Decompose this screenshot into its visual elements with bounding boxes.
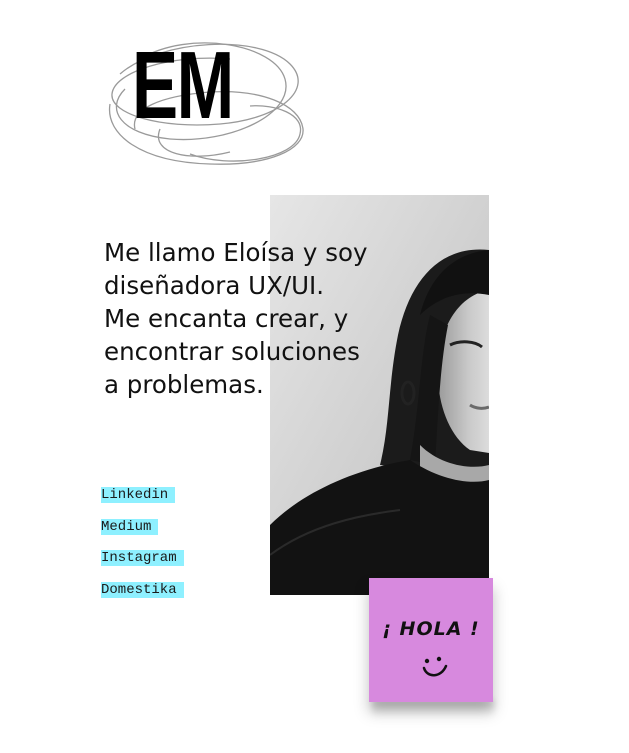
sticky-note-text: ¡ HOLA ! — [382, 618, 480, 640]
link-instagram[interactable]: Instagram — [101, 550, 184, 566]
smiley-icon — [422, 656, 448, 677]
sticky-note: ¡ HOLA ! — [369, 578, 493, 702]
link-domestika[interactable]: Domestika — [101, 581, 184, 598]
intro-text: Me llamo Eloísa y soy diseñadora UX/UI. … — [104, 236, 394, 401]
link-linkedin[interactable]: Linkedin — [101, 487, 176, 503]
intro-line: encontrar soluciones — [104, 337, 360, 366]
link-medium[interactable]: Medium — [101, 518, 159, 535]
sticky-note-shadow — [372, 700, 494, 716]
intro-line: Me encanta crear, y — [104, 304, 349, 333]
social-links: Linkedin Medium Instagram Domestika — [101, 487, 184, 613]
intro-line: Me llamo Eloísa y soy — [104, 238, 368, 267]
logo-initials: EM — [132, 32, 234, 139]
intro-line: diseñadora UX/UI. — [104, 271, 325, 300]
intro-line: a problemas. — [104, 370, 264, 399]
logo[interactable]: EM — [100, 34, 315, 174]
